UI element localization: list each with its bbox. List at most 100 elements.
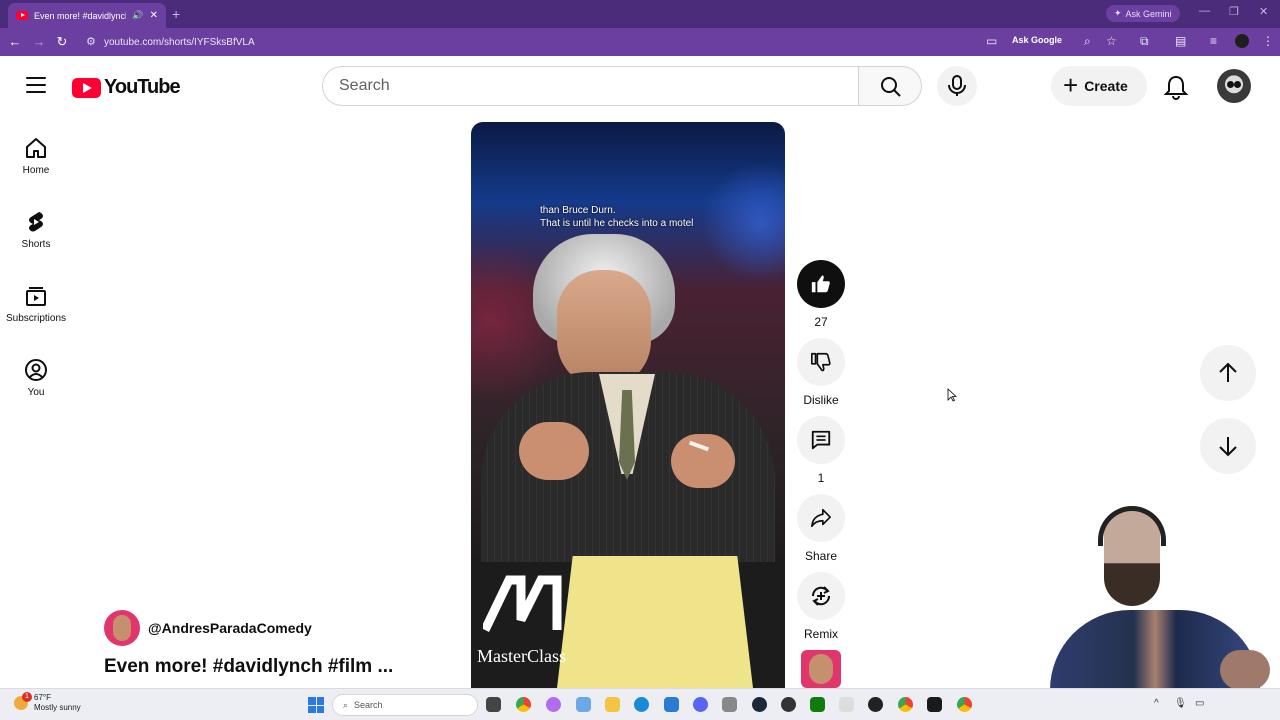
snipping-tool-icon[interactable] <box>722 697 737 712</box>
channel-name[interactable]: @AndresParadaComedy <box>148 620 312 636</box>
webcam-overlay <box>1030 500 1280 700</box>
share-button[interactable]: Share <box>791 494 851 563</box>
channel-avatar[interactable] <box>104 610 140 646</box>
weather-widget[interactable]: 1 67°F Mostly sunny <box>14 692 81 713</box>
notification-badge: 1 <box>22 692 32 702</box>
comment-icon <box>811 430 831 450</box>
sidebar-icon[interactable]: ▤ <box>1175 34 1186 48</box>
guide-item-label: Shorts <box>21 239 51 250</box>
ask-google-button[interactable]: Ask Google <box>1012 35 1062 45</box>
guide-item-home[interactable]: Home <box>0 128 72 196</box>
media-controls-icon[interactable]: ≡ <box>1210 34 1217 48</box>
browser-menu-icon[interactable]: ⋮ <box>1262 34 1274 48</box>
tray-overflow-icon[interactable]: ^ <box>1154 698 1159 709</box>
share-icon <box>811 508 831 528</box>
back-icon[interactable]: ← <box>7 34 23 49</box>
home-icon <box>26 138 46 158</box>
guide-item-shorts[interactable]: Shorts <box>0 202 72 270</box>
task-view-icon[interactable] <box>486 697 501 712</box>
copilot-icon[interactable] <box>546 697 561 712</box>
create-label: Create <box>1084 78 1128 94</box>
audio-source-thumbnail[interactable] <box>801 650 841 688</box>
bookmark-star-icon[interactable]: ☆ <box>1106 34 1117 48</box>
video-caption: than Bruce Durn. That is until he checks… <box>540 204 693 230</box>
reload-icon[interactable]: ↻ <box>54 34 70 50</box>
zoom-icon[interactable]: ⌕ <box>1084 34 1091 49</box>
video-performer-hand <box>519 422 589 480</box>
new-tab-button[interactable]: + <box>172 6 180 22</box>
microphone-tray-icon[interactable]: 🎙 <box>1174 698 1187 709</box>
tab-close-icon[interactable]: ✕ <box>150 10 158 21</box>
youtube-play-logo-icon <box>72 77 101 98</box>
dislike-button[interactable]: Dislike <box>791 338 851 407</box>
microphone-icon <box>948 75 966 96</box>
address-bar[interactable]: ⚙ youtube.com/shorts/IYFSksBfVLA <box>80 31 1080 53</box>
caption-line: than Bruce Durn. <box>540 205 616 216</box>
ask-gemini-button[interactable]: ✦ Ask Gemini <box>1106 5 1180 22</box>
channel-info[interactable]: @AndresParadaComedy <box>104 610 312 646</box>
short-title[interactable]: Even more! #davidlynch #film ... <box>104 656 393 678</box>
comments-button[interactable]: 1 <box>791 416 851 485</box>
weather-condition: Mostly sunny <box>34 703 81 712</box>
file-explorer-icon[interactable] <box>605 697 620 712</box>
like-count: 27 <box>814 315 828 329</box>
video-performer-hand <box>671 434 735 488</box>
notifications-bell-icon[interactable] <box>1162 73 1190 101</box>
plus-icon: + <box>1063 70 1079 100</box>
video-performer-face <box>557 270 651 388</box>
chrome-icon[interactable] <box>516 697 531 712</box>
site-info-icon[interactable]: ⚙ <box>86 35 96 48</box>
like-button[interactable]: 27 <box>791 260 851 329</box>
remix-button[interactable]: Remix <box>791 572 851 641</box>
app-icon[interactable] <box>839 697 854 712</box>
guide-item-label: Home <box>22 165 50 176</box>
create-button[interactable]: + Create <box>1051 66 1147 106</box>
app-icon[interactable] <box>868 697 883 712</box>
comment-count: 1 <box>817 471 825 485</box>
browser-profile-avatar[interactable] <box>1235 34 1249 48</box>
guide-item-you[interactable]: You <box>0 350 72 418</box>
next-short-button[interactable] <box>1200 418 1256 474</box>
account-avatar[interactable] <box>1217 69 1251 103</box>
guide-item-subscriptions[interactable]: Subscriptions <box>0 276 72 344</box>
hamburger-menu-icon[interactable] <box>26 77 46 93</box>
previous-short-button[interactable] <box>1200 345 1256 401</box>
youtube-wordmark: YouTube <box>104 76 181 98</box>
maximize-button[interactable]: ❐ <box>1229 5 1239 18</box>
chrome-profile-icon[interactable] <box>957 697 972 712</box>
youtube-logo[interactable]: YouTube <box>72 76 181 99</box>
display-tray-icon[interactable]: ▭ <box>1195 698 1204 709</box>
masterclass-watermark: MasterClass <box>477 646 566 666</box>
windows-start-icon[interactable] <box>308 697 324 713</box>
guide-item-label: Subscriptions <box>5 313 67 324</box>
comments-circle <box>797 416 845 464</box>
browser-tab-active[interactable]: Even more! #davidlynch #film 🔊 ✕ <box>8 3 166 28</box>
tab-title: Even more! #davidlynch #film <box>34 10 127 21</box>
video-legal-pad <box>557 556 753 688</box>
extensions-icon[interactable]: ⧉ <box>1140 34 1149 49</box>
photos-icon[interactable] <box>576 697 591 712</box>
terminal-icon[interactable] <box>927 697 942 712</box>
dislike-circle <box>797 338 845 386</box>
close-window-button[interactable]: ✕ <box>1259 5 1268 18</box>
voice-search-button[interactable] <box>937 66 977 106</box>
speaker-icon[interactable]: 🔊 <box>132 10 143 21</box>
cast-icon[interactable]: ▭ <box>986 34 997 48</box>
edge-icon[interactable] <box>634 697 649 712</box>
short-video-player[interactable]: MasterClass than Bruce Durn. That is unt… <box>471 122 785 688</box>
forward-icon[interactable]: → <box>31 34 47 49</box>
taskbar-search[interactable]: ⌕ Search <box>332 694 478 716</box>
url-text[interactable]: youtube.com/shorts/IYFSksBfVLA <box>104 37 255 48</box>
steam-icon[interactable] <box>752 697 767 712</box>
store-icon[interactable] <box>664 697 679 712</box>
search-button[interactable] <box>858 66 922 106</box>
youtube-header: YouTube Search + Create <box>0 56 1280 114</box>
discord-icon[interactable] <box>693 697 708 712</box>
search-input[interactable]: Search <box>322 66 859 106</box>
webcam-person-arm <box>1220 650 1270 690</box>
mouse-cursor-icon <box>947 388 957 402</box>
minimize-button[interactable]: — <box>1199 5 1210 17</box>
chrome-profile-icon[interactable] <box>898 697 913 712</box>
obs-icon[interactable] <box>781 697 796 712</box>
xbox-icon[interactable] <box>810 697 825 712</box>
